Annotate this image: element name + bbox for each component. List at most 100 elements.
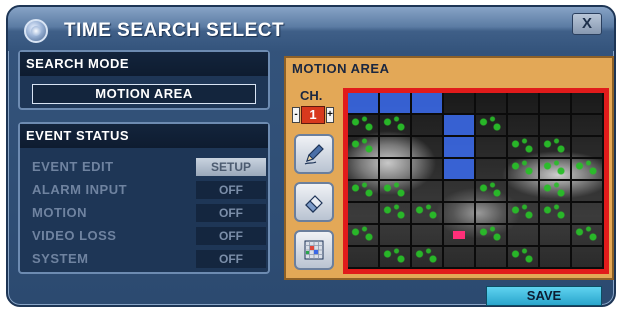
- grid-cell[interactable]: [476, 159, 508, 181]
- grid-cell[interactable]: [476, 203, 508, 225]
- grid-cell[interactable]: [444, 137, 476, 159]
- grid-cell[interactable]: [540, 225, 572, 247]
- eraser-tool-button[interactable]: [294, 182, 334, 222]
- pen-tool-button[interactable]: [294, 134, 334, 174]
- search-mode-panel: SEARCH MODE MOTION AREA: [18, 50, 270, 110]
- grid-cell[interactable]: [572, 159, 604, 181]
- grid-cell[interactable]: [540, 115, 572, 137]
- grid-cell[interactable]: [508, 225, 540, 247]
- grid-cell[interactable]: [412, 93, 444, 115]
- event-row-alarm-input: ALARM INPUT OFF: [32, 181, 266, 199]
- grid-cell[interactable]: [508, 159, 540, 181]
- grid-cell[interactable]: [540, 203, 572, 225]
- grid-cell[interactable]: [380, 137, 412, 159]
- system-value[interactable]: OFF: [196, 250, 266, 268]
- grid-cell[interactable]: [540, 93, 572, 115]
- grid-select-tool-button[interactable]: [294, 230, 334, 270]
- grid-cell[interactable]: [380, 247, 412, 269]
- grid-cell[interactable]: [444, 203, 476, 225]
- grid-cell[interactable]: [444, 181, 476, 203]
- pen-icon: [304, 144, 324, 165]
- grid-cell[interactable]: [572, 137, 604, 159]
- grid-cell[interactable]: [572, 225, 604, 247]
- grid-cell[interactable]: [476, 247, 508, 269]
- grid-cell[interactable]: [572, 203, 604, 225]
- motion-area-header: MOTION AREA: [292, 61, 390, 76]
- channel-increment-button[interactable]: +: [326, 107, 334, 123]
- grid-cell[interactable]: [348, 115, 380, 137]
- grid-cell[interactable]: [476, 181, 508, 203]
- grid-cell[interactable]: [540, 247, 572, 269]
- grid-cell[interactable]: [380, 159, 412, 181]
- grid-cell[interactable]: [572, 247, 604, 269]
- title-bar: TIME SEARCH SELECT X: [8, 7, 614, 51]
- grid-cell[interactable]: [476, 93, 508, 115]
- eraser-icon: [305, 195, 323, 213]
- grid-cell[interactable]: [508, 247, 540, 269]
- grid-cell[interactable]: [380, 115, 412, 137]
- grid-cell[interactable]: [540, 137, 572, 159]
- grid-cell[interactable]: [348, 247, 380, 269]
- grid-cell[interactable]: [380, 225, 412, 247]
- close-button[interactable]: X: [572, 13, 602, 35]
- grid-cell[interactable]: [572, 115, 604, 137]
- grid-cell[interactable]: [540, 159, 572, 181]
- grid-cell[interactable]: [348, 225, 380, 247]
- motion-grid-frame: [343, 88, 609, 274]
- channel-stepper: - 1 +: [292, 106, 334, 124]
- grid-cell[interactable]: [444, 225, 476, 247]
- channel-decrement-button[interactable]: -: [292, 107, 300, 123]
- grid-cell[interactable]: [572, 93, 604, 115]
- window-title: TIME SEARCH SELECT: [64, 20, 285, 41]
- event-status-header: EVENT STATUS: [20, 124, 268, 148]
- grid-cell[interactable]: [348, 137, 380, 159]
- grid-cell[interactable]: [476, 115, 508, 137]
- grid-cell[interactable]: [412, 181, 444, 203]
- grid-cell[interactable]: [380, 203, 412, 225]
- grid-cell[interactable]: [444, 93, 476, 115]
- grid-cell[interactable]: [508, 93, 540, 115]
- grid-cell[interactable]: [412, 115, 444, 137]
- grid-cell[interactable]: [348, 159, 380, 181]
- grid-cell[interactable]: [444, 115, 476, 137]
- grid-cell[interactable]: [476, 137, 508, 159]
- grid-cell[interactable]: [412, 247, 444, 269]
- event-row-event-edit: EVENT EDIT SETUP: [32, 158, 266, 176]
- search-mode-header: SEARCH MODE: [20, 52, 268, 76]
- motion-label: MOTION: [32, 205, 87, 220]
- event-edit-setup-button[interactable]: SETUP: [196, 158, 266, 176]
- save-button[interactable]: SAVE: [486, 286, 602, 306]
- grid-cell[interactable]: [508, 137, 540, 159]
- grid-cell[interactable]: [412, 159, 444, 181]
- grid-cell[interactable]: [508, 203, 540, 225]
- grid-cell[interactable]: [380, 181, 412, 203]
- alarm-input-label: ALARM INPUT: [32, 182, 128, 197]
- grid-cell[interactable]: [508, 115, 540, 137]
- grid-cell[interactable]: [380, 93, 412, 115]
- grid-cell[interactable]: [444, 247, 476, 269]
- motion-detection-grid[interactable]: [348, 93, 604, 269]
- motion-value[interactable]: OFF: [196, 204, 266, 222]
- grid-cell[interactable]: [412, 225, 444, 247]
- grid-cell[interactable]: [412, 203, 444, 225]
- search-mode-select[interactable]: MOTION AREA: [32, 84, 256, 104]
- grid-cell[interactable]: [348, 93, 380, 115]
- dvr-logo-icon: [24, 19, 48, 43]
- event-row-motion: MOTION OFF: [32, 204, 266, 222]
- grid-cell[interactable]: [476, 225, 508, 247]
- system-label: SYSTEM: [32, 251, 89, 266]
- grid-cell[interactable]: [572, 181, 604, 203]
- grid-cell[interactable]: [348, 203, 380, 225]
- channel-value[interactable]: 1: [301, 106, 325, 124]
- grid-cell[interactable]: [412, 137, 444, 159]
- video-loss-value[interactable]: OFF: [196, 227, 266, 245]
- grid-cell[interactable]: [540, 181, 572, 203]
- event-status-panel: EVENT STATUS EVENT EDIT SETUP ALARM INPU…: [18, 122, 270, 274]
- grid-select-icon: [304, 240, 324, 260]
- motion-area-panel: MOTION AREA CH. - 1 +: [284, 56, 614, 280]
- grid-cell[interactable]: [508, 181, 540, 203]
- grid-cell[interactable]: [444, 159, 476, 181]
- alarm-input-value[interactable]: OFF: [196, 181, 266, 199]
- grid-cell[interactable]: [348, 181, 380, 203]
- event-row-video-loss: VIDEO LOSS OFF: [32, 227, 266, 245]
